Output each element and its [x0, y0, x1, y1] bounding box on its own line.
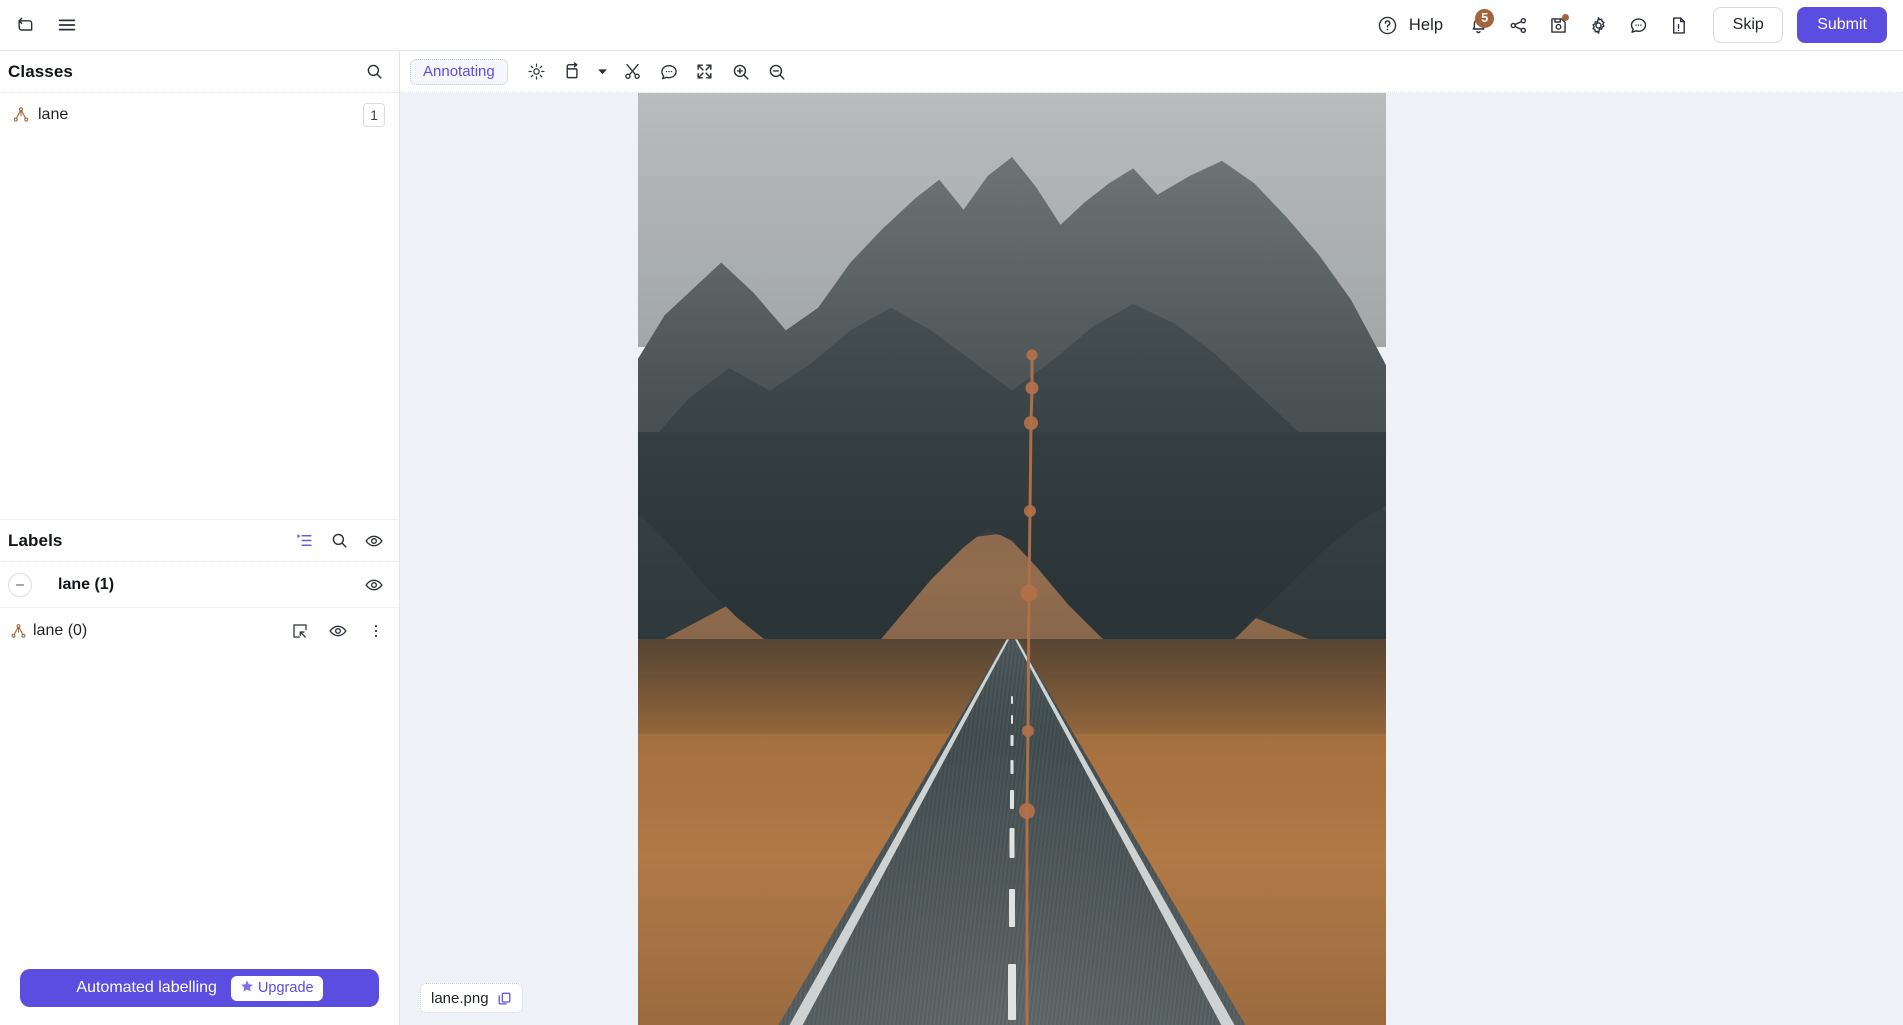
lane-dash	[1008, 964, 1016, 1021]
labels-header-actions	[293, 530, 385, 552]
classes-list: lane 1	[0, 93, 399, 137]
annotation-tool-app: Help 5 Skip Submit Classes lane 1 Labels…	[0, 0, 1903, 1025]
eye-icon[interactable]	[327, 620, 349, 642]
select-cursor-icon[interactable]	[289, 620, 311, 642]
search-icon[interactable]	[328, 530, 350, 552]
brightness-icon[interactable]	[520, 56, 554, 88]
class-name: lane	[38, 106, 69, 123]
upgrade-label: Upgrade	[257, 980, 314, 996]
classes-header-actions	[363, 61, 385, 83]
classes-panel-header: Classes	[0, 51, 399, 93]
copy-icon[interactable]	[497, 991, 512, 1006]
list-ordered-icon[interactable]	[293, 530, 315, 552]
question-circle-icon[interactable]	[1369, 6, 1407, 44]
shape-rotate-icon[interactable]	[556, 56, 590, 88]
labels-title: Labels	[8, 530, 63, 550]
classes-panel: Classes lane 1	[0, 51, 399, 519]
road-through-mountains-photo	[638, 93, 1386, 1025]
label-row-name: lane (0)	[33, 622, 88, 639]
help-button[interactable]: Help	[1369, 6, 1443, 44]
search-icon[interactable]	[363, 61, 385, 83]
eye-icon[interactable]	[363, 530, 385, 552]
notification-badge: 5	[1475, 9, 1495, 28]
automated-labelling-label: Automated labelling	[76, 979, 217, 996]
canvas-area[interactable]: lane.png	[400, 93, 1903, 1025]
automated-labelling-button[interactable]: Automated labelling Upgrade	[20, 969, 379, 1007]
labels-panel: Labels lane (1) lane (0) Automated label…	[0, 519, 399, 1025]
filename-chip[interactable]: lane.png	[420, 983, 523, 1013]
share-nodes-icon[interactable]	[1499, 6, 1537, 44]
lane-dash	[1009, 827, 1015, 858]
annotation-image-stage[interactable]	[638, 93, 1386, 1025]
submit-button[interactable]: Submit	[1797, 7, 1887, 43]
lane-dash	[1011, 695, 1013, 704]
top-bar-right: Help 5 Skip Submit	[1369, 6, 1887, 44]
zoom-in-icon[interactable]	[724, 56, 758, 88]
document-alert-icon[interactable]	[1659, 6, 1697, 44]
body-row: Classes lane 1 Labels lane (1) lane (0) …	[0, 51, 1903, 1025]
skip-button[interactable]: Skip	[1713, 7, 1784, 43]
sidebar-toggle-icon[interactable]	[6, 6, 44, 44]
lane-dash	[1010, 735, 1014, 747]
label-row-actions	[289, 620, 387, 642]
star-icon	[240, 979, 254, 998]
labels-panel-header: Labels	[0, 520, 399, 562]
zoom-out-icon[interactable]	[760, 56, 794, 88]
polyline-skeleton-icon	[8, 106, 34, 124]
hamburger-menu-icon[interactable]	[48, 6, 86, 44]
class-count-badge: 1	[363, 103, 385, 127]
fit-screen-icon[interactable]	[688, 56, 722, 88]
lane-dash	[1011, 714, 1013, 724]
classes-title: Classes	[8, 61, 73, 81]
main-area: Annotating lane.png	[400, 51, 1903, 1025]
annotating-mode-pill[interactable]: Annotating	[410, 58, 508, 85]
floppy-disk-icon[interactable]	[1539, 6, 1577, 44]
chevron-down-icon[interactable]	[592, 56, 614, 88]
comment-icon[interactable]	[652, 56, 686, 88]
eye-icon[interactable]	[363, 574, 385, 596]
upgrade-button[interactable]: Upgrade	[230, 975, 323, 1001]
canvas-toolbar: Annotating	[400, 51, 1903, 93]
label-group-actions	[363, 574, 385, 596]
lane-dash	[1010, 790, 1014, 810]
label-group-name: lane (1)	[58, 575, 115, 593]
automated-labelling-wrap: Automated labelling Upgrade	[0, 969, 399, 1025]
polyline-skeleton-icon	[6, 623, 30, 640]
class-row[interactable]: lane 1	[0, 93, 399, 137]
label-group-row[interactable]: lane (1)	[0, 562, 399, 608]
lane-dash	[1010, 759, 1014, 774]
chat-bubble-icon[interactable]	[1619, 6, 1657, 44]
label-row[interactable]: lane (0)	[0, 608, 399, 654]
top-bar-left	[6, 6, 86, 44]
scissors-icon[interactable]	[616, 56, 650, 88]
top-bar: Help 5 Skip Submit	[0, 0, 1903, 51]
bell-icon[interactable]: 5	[1459, 6, 1497, 44]
gear-icon[interactable]	[1579, 6, 1617, 44]
minus-icon[interactable]	[8, 572, 32, 597]
left-sidebar: Classes lane 1 Labels lane (1) lane (0) …	[0, 51, 400, 1025]
help-label: Help	[1408, 15, 1444, 34]
filename-label: lane.png	[431, 989, 489, 1007]
lane-dash	[1009, 888, 1015, 927]
kebab-menu-icon[interactable]	[365, 620, 387, 642]
